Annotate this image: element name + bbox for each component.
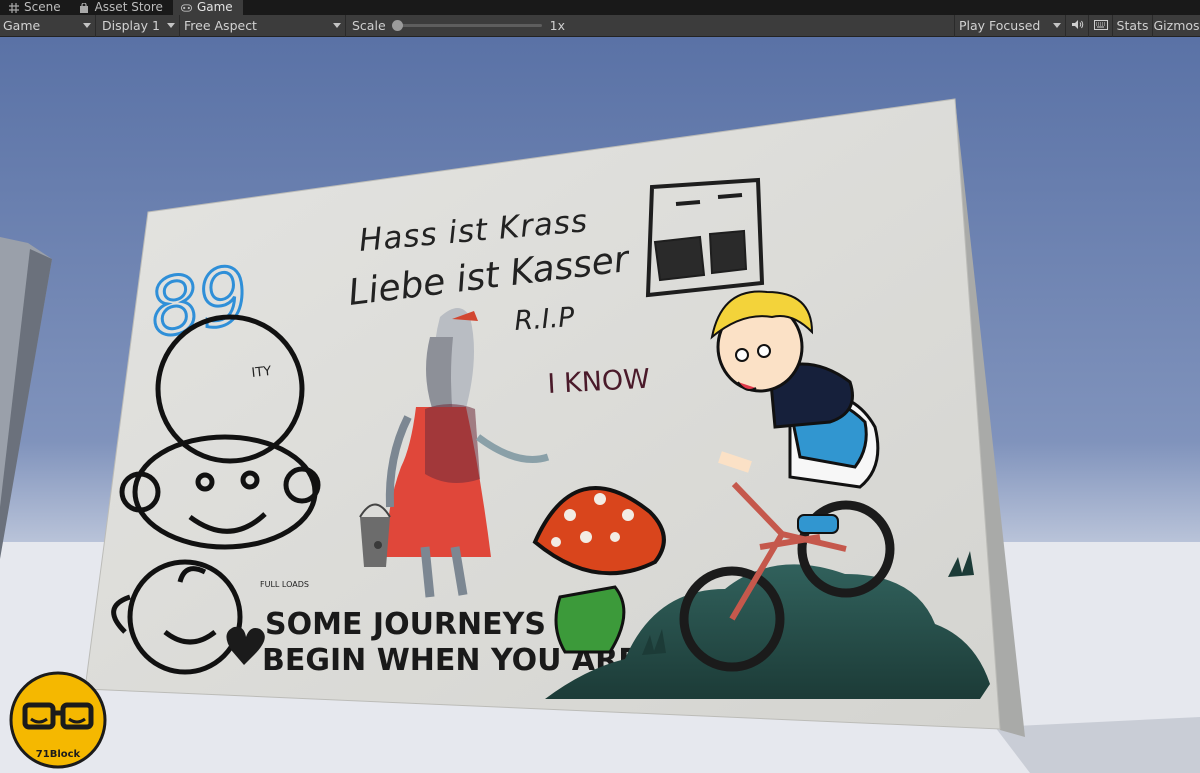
chevron-down-icon (83, 23, 91, 28)
aspect-dropdown-label: Free Aspect (184, 18, 257, 33)
scale-label: Scale (352, 18, 386, 33)
speaker-icon (1071, 18, 1084, 33)
view-dropdown[interactable]: Game (0, 14, 96, 37)
shopping-bag-icon (79, 2, 90, 13)
stats-button[interactable]: Stats (1112, 14, 1152, 37)
tab-label: Asset Store (94, 0, 163, 14)
slogan-small: FULL LOADS (260, 580, 309, 589)
display-dropdown-label: Display 1 (102, 18, 161, 33)
chevron-down-icon (333, 23, 341, 28)
gizmos-button[interactable]: Gizmos (1152, 14, 1200, 37)
play-mode-dropdown[interactable]: Play Focused (954, 14, 1066, 37)
scale-value: 1x (549, 18, 565, 33)
game-toolbar: Game Display 1 Free Aspect Scale 1x Play… (0, 14, 1200, 37)
keyboard-icon (1093, 18, 1108, 33)
scale-slider[interactable] (391, 20, 542, 31)
scene-render: Hass ist Krass Liebe ist Kasser R.I.P I … (0, 37, 1200, 773)
glasses-icon: 71Block (9, 671, 107, 769)
graffiti-tag: 89 (143, 250, 256, 356)
scale-control: Scale 1x (346, 15, 565, 37)
tab-scene[interactable]: Scene (0, 0, 71, 15)
tab-label: Scene (24, 0, 61, 14)
graffiti-line-3: R.I.P (513, 302, 576, 337)
watermark-logo: 71Block (9, 671, 107, 769)
aspect-dropdown[interactable]: Free Aspect (180, 14, 346, 37)
tab-asset-store[interactable]: Asset Store (71, 0, 173, 15)
slogan-line-1: SOME JOURNEYS (265, 607, 546, 642)
chevron-down-icon (167, 23, 175, 28)
chevron-down-icon (1053, 23, 1061, 28)
tab-bar: Scene Asset Store Game (0, 0, 1200, 15)
gizmos-label: Gizmos (1153, 18, 1200, 33)
game-viewport[interactable]: Hass ist Krass Liebe ist Kasser R.I.P I … (0, 37, 1200, 773)
tab-game[interactable]: Game (172, 0, 243, 15)
keyboard-toggle-button[interactable] (1088, 14, 1112, 37)
stats-label: Stats (1116, 18, 1149, 33)
grid-icon (8, 2, 19, 13)
view-dropdown-label: Game (3, 18, 41, 33)
graffiti-line-4: I KNOW (547, 364, 651, 400)
tab-label: Game (196, 0, 233, 14)
play-mode-label: Play Focused (959, 18, 1041, 33)
display-dropdown[interactable]: Display 1 (96, 14, 180, 37)
gamepad-icon (180, 3, 192, 13)
mute-audio-button[interactable] (1066, 15, 1088, 37)
graffiti-side-letters: ITY (251, 364, 272, 381)
scale-slider-handle[interactable] (391, 20, 403, 31)
watermark-label: 71Block (36, 749, 81, 760)
